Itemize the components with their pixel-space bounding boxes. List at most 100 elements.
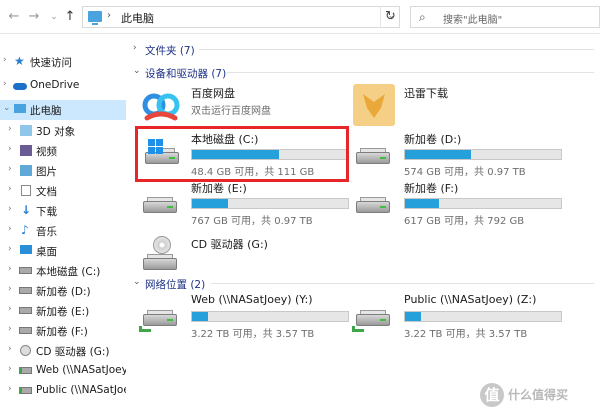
drive-size: 3.22 TB 可用，共 3.57 TB	[191, 329, 315, 340]
drive-usage-bar	[404, 198, 562, 209]
group-header-folders[interactable]: › 文件夹 (7)	[127, 40, 600, 58]
nav-item-network-web[interactable]: › Web (\\NASatJoey	[0, 361, 126, 381]
nav-item-label: CD 驱动器 (G:)	[36, 346, 110, 358]
refresh-icon[interactable]: ↻	[380, 6, 400, 28]
chevron-right-icon[interactable]: ›	[8, 224, 18, 234]
search-box[interactable]: ⌕ 搜索"此电脑"	[410, 6, 600, 28]
nav-item-this-pc[interactable]: ⌄ 此电脑	[0, 100, 126, 120]
drive-tile-f[interactable]: 新加卷 (F:) 617 GB 可用，共 792 GB	[346, 179, 566, 227]
watermark-text: 什么值得买	[508, 388, 569, 402]
drive-tile-e[interactable]: 新加卷 (E:) 767 GB 可用，共 0.97 TB	[133, 179, 353, 227]
nav-item-music[interactable]: › ♪ 音乐	[0, 221, 126, 241]
up-arrow-icon[interactable]: ↑	[62, 8, 78, 26]
group-divider	[227, 72, 594, 73]
watermark: 值 什么值得买	[480, 381, 600, 409]
forward-arrow-icon[interactable]: →	[26, 8, 42, 26]
group-header-label: 文件夹 (7)	[145, 45, 195, 57]
search-icon: ⌕	[419, 10, 426, 24]
nav-item-onedrive[interactable]: › OneDrive	[0, 76, 126, 96]
group-header-devices[interactable]: ⌄ 设备和驱动器 (7)	[127, 63, 600, 81]
nav-item-cd-drive-g[interactable]: › CD 驱动器 (G:)	[0, 341, 126, 361]
back-arrow-icon[interactable]: ←	[6, 8, 22, 26]
address-box[interactable]: › 此电脑 ⌄	[82, 6, 400, 28]
chevron-right-icon[interactable]: ›	[133, 43, 137, 53]
cd-drive-icon	[139, 234, 183, 272]
network-drive-icon	[19, 367, 32, 374]
nav-item-3d-objects[interactable]: › 3D 对象	[0, 121, 126, 141]
chevron-right-icon[interactable]: ›	[8, 344, 18, 354]
nav-item-pictures[interactable]: › 图片	[0, 161, 126, 181]
app-tile-baidu-netdisk[interactable]: 百度网盘 双击运行百度网盘	[133, 84, 353, 132]
chevron-right-icon[interactable]: ›	[3, 55, 13, 65]
group-header-label: 设备和驱动器 (7)	[145, 68, 227, 80]
drive-icon	[19, 267, 32, 274]
pictures-icon	[20, 165, 32, 176]
star-icon: ★	[14, 54, 25, 68]
nav-item-label: Public (\\NASatJoe	[36, 384, 126, 396]
group-divider	[211, 283, 594, 284]
group-header-network[interactable]: ⌄ 网络位置 (2)	[127, 274, 600, 292]
breadcrumb[interactable]: 此电脑	[121, 10, 154, 26]
chevron-right-icon[interactable]: ›	[8, 384, 18, 394]
nav-item-drive-f[interactable]: › 新加卷 (F:)	[0, 321, 126, 341]
computer-icon	[88, 11, 102, 25]
nav-item-label: 新加卷 (E:)	[36, 306, 90, 318]
chevron-down-icon[interactable]: ⌄	[3, 103, 13, 113]
chevron-right-icon[interactable]: ›	[8, 124, 18, 134]
drive-icon	[19, 307, 32, 314]
recent-locations-chevron-icon[interactable]: ⌄	[46, 8, 62, 26]
nav-item-label: 快速访问	[30, 57, 72, 69]
chevron-right-icon[interactable]: ›	[8, 284, 18, 294]
chevron-down-icon[interactable]: ⌄	[133, 66, 141, 76]
drive-name: 新加卷 (D:)	[404, 133, 462, 146]
group-divider	[199, 49, 594, 50]
nav-item-video[interactable]: › 视频	[0, 141, 126, 161]
drive-icon	[139, 185, 183, 223]
address-bar: ← → ⌄ ↑ › 此电脑 ⌄ ↻ ⌕ 搜索"此电脑"	[0, 0, 600, 34]
chevron-right-icon[interactable]: ›	[8, 324, 18, 334]
drive-icon	[19, 327, 32, 334]
nav-item-downloads[interactable]: › ↓ 下载	[0, 201, 126, 221]
search-placeholder[interactable]: 搜索"此电脑"	[443, 11, 502, 26]
network-tile-public[interactable]: Public (\\NASatJoey) (Z:) 3.22 TB 可用，共 3…	[346, 292, 566, 340]
chevron-right-icon[interactable]: ›	[8, 364, 18, 374]
nav-item-label: 此电脑	[30, 105, 62, 117]
drive-size: 617 GB 可用，共 792 GB	[404, 216, 525, 227]
drive-icon	[19, 287, 32, 294]
nav-item-drive-d[interactable]: › 新加卷 (D:)	[0, 281, 126, 301]
drive-usage-bar	[404, 149, 562, 160]
app-name: 百度网盘	[191, 87, 235, 100]
chevron-right-icon[interactable]: ›	[8, 204, 18, 214]
nav-item-documents[interactable]: › 文档	[0, 181, 126, 201]
chevron-right-icon[interactable]: ›	[3, 79, 13, 89]
nav-item-desktop[interactable]: › 桌面	[0, 241, 126, 261]
chevron-right-icon[interactable]: ›	[8, 244, 18, 254]
cloud-icon	[13, 83, 27, 90]
nav-item-drive-e[interactable]: › 新加卷 (E:)	[0, 301, 126, 321]
nav-item-label: 文档	[36, 186, 57, 198]
group-header-label: 网络位置 (2)	[145, 279, 206, 291]
drive-size: 3.22 TB 可用，共 3.57 TB	[404, 329, 528, 340]
nav-item-network-public[interactable]: › Public (\\NASatJoe	[0, 381, 126, 401]
nav-item-label: 视频	[36, 146, 57, 158]
chevron-right-icon[interactable]: ›	[8, 304, 18, 314]
chevron-right-icon[interactable]: ›	[8, 264, 18, 274]
nav-item-quick-access[interactable]: › ★ 快速访问	[0, 52, 126, 72]
documents-icon	[21, 185, 31, 196]
chevron-right-icon[interactable]: ›	[8, 164, 18, 174]
nav-item-drive-c[interactable]: › 本地磁盘 (C:)	[0, 261, 126, 281]
drive-name: 新加卷 (F:)	[404, 182, 459, 195]
chevron-right-icon[interactable]: ›	[8, 184, 18, 194]
app-tile-xunlei[interactable]: 迅雷下载	[346, 84, 566, 132]
network-tile-web[interactable]: Web (\\NASatJoey) (Y:) 3.22 TB 可用，共 3.57…	[133, 292, 353, 340]
navigation-pane: › ★ 快速访问 › OneDrive ⌄ 此电脑 › 3D 对象 › 视频 ›…	[0, 34, 126, 411]
network-drive-icon	[19, 387, 32, 394]
drive-icon	[352, 136, 396, 174]
drive-tile-g[interactable]: CD 驱动器 (G:)	[133, 228, 353, 276]
chevron-down-icon[interactable]: ⌄	[133, 277, 141, 287]
drive-usage-bar	[191, 198, 349, 209]
nav-item-label: OneDrive	[30, 79, 80, 91]
chevron-right-icon[interactable]: ›	[8, 144, 18, 154]
drive-tile-d[interactable]: 新加卷 (D:) 574 GB 可用，共 0.97 TB	[346, 130, 566, 178]
computer-icon	[14, 104, 26, 113]
